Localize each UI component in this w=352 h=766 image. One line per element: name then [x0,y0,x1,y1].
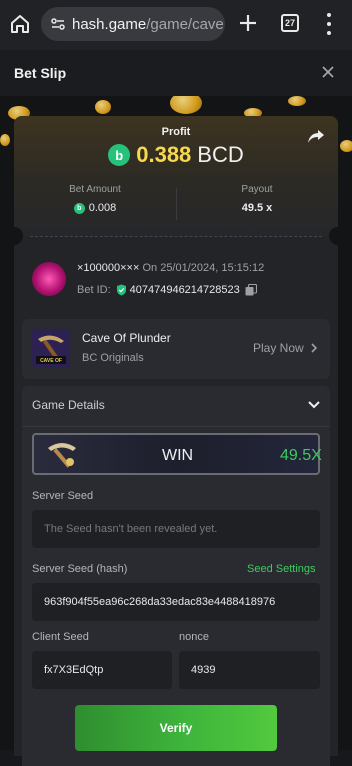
address-bar[interactable]: hash.game/game/cave [41,7,225,41]
coin-decoration [0,134,10,146]
site-settings-icon[interactable] [50,16,66,32]
game-provider: BC Originals [82,352,144,364]
server-seed-field[interactable]: The Seed hasn't been revealed yet. [32,510,320,548]
client-seed-field[interactable]: fx7X3EdQtp [32,651,172,689]
profit-summary: Profit b 0.388 BCD Bet Amount b 0.008 Pa… [14,116,338,236]
url-path: /game/cave [146,15,224,33]
bet-slip-card: Profit b 0.388 BCD Bet Amount b 0.008 Pa… [5,116,347,766]
svg-text:CAVE OF: CAVE OF [40,358,62,364]
nonce-field[interactable]: 4939 [179,651,320,689]
profit-row: b 0.388 BCD [14,142,338,168]
ticket-notch-left [5,227,23,245]
seed-settings-link[interactable]: Seed Settings [247,563,316,575]
server-seed-hash-field[interactable]: 963f904f55ea96c268da33edac83e4488418976 [32,583,320,621]
client-seed-label: Client Seed [32,631,89,643]
play-now-label: Play Now [253,341,304,355]
divider [22,426,330,427]
game-name: Cave Of Plunder [82,331,171,345]
coin-decoration [340,140,352,152]
close-icon[interactable] [320,64,336,80]
bet-amount-value: 0.008 [88,202,117,214]
game-thumbnail: CAVE OF [32,329,70,367]
copy-icon[interactable] [245,284,257,296]
url-host: hash.game [72,15,147,33]
coin-decoration [95,100,111,114]
chevron-right-icon [311,343,317,353]
browser-toolbar: hash.game/game/cave 27 [0,0,352,50]
ticket-divider [30,236,322,237]
payout-stat: Payout 49.5 x [176,184,338,214]
bet-amount-label: Bet Amount [69,184,121,195]
bet-amount-stat: Bet Amount b 0.008 [14,184,176,214]
profit-value: 0.388 [136,142,192,167]
profit-currency: BCD [197,142,244,167]
profit-label: Profit [161,126,191,138]
more-menu-icon[interactable] [325,13,333,35]
user-name[interactable]: ×100000××× [77,262,139,274]
pickaxe-icon [48,443,76,468]
game-details-toggle[interactable]: Game Details [32,398,105,412]
pickaxe-icon: CAVE OF [32,329,70,367]
game-result-box: WIN 49.5X [32,433,322,475]
ticket-notch-right [329,227,347,245]
page-title: Bet Slip [14,65,67,81]
game-link-panel[interactable]: CAVE OF Cave Of Plunder BC Originals Pla… [22,319,330,379]
play-now-link[interactable]: Play Now [253,341,318,355]
new-tab-icon[interactable] [238,13,258,33]
server-seed-label: Server Seed [32,490,94,502]
bet-id-label: Bet ID: [77,284,111,296]
bet-id-value: 407474946214728523 [129,284,240,296]
bet-time: On 25/01/2024, 15:15:12 [142,262,265,274]
verify-button[interactable]: Verify [75,705,277,751]
user-info: ×100000××× On 25/01/2024, 15:15:12 [77,262,264,274]
server-seed-hash-label: Server Seed (hash) [32,563,128,575]
verified-shield-icon [116,284,126,296]
avatar[interactable] [32,262,66,296]
payout-label: Payout [241,184,273,195]
chevron-down-icon[interactable] [308,401,320,409]
bcd-currency-icon: b [73,202,85,214]
tab-switcher-button[interactable]: 27 [281,14,299,32]
bet-amount-row: b 0.008 [14,202,176,214]
coin-decoration [288,96,306,106]
result-multiplier: 49.5X [280,447,322,464]
nonce-label: nonce [179,631,209,643]
bet-id-row: Bet ID: 407474946214728523 [77,284,257,296]
result-text: WIN [162,447,194,464]
home-icon[interactable] [9,12,31,36]
share-icon[interactable] [307,128,325,144]
bcd-currency-icon: b [108,144,131,166]
coin-decoration [170,96,202,114]
bet-stats: Bet Amount b 0.008 Payout 49.5 x [14,184,338,224]
bet-slip-header: Bet Slip [0,50,352,96]
payout-value: 49.5 x [241,202,273,214]
